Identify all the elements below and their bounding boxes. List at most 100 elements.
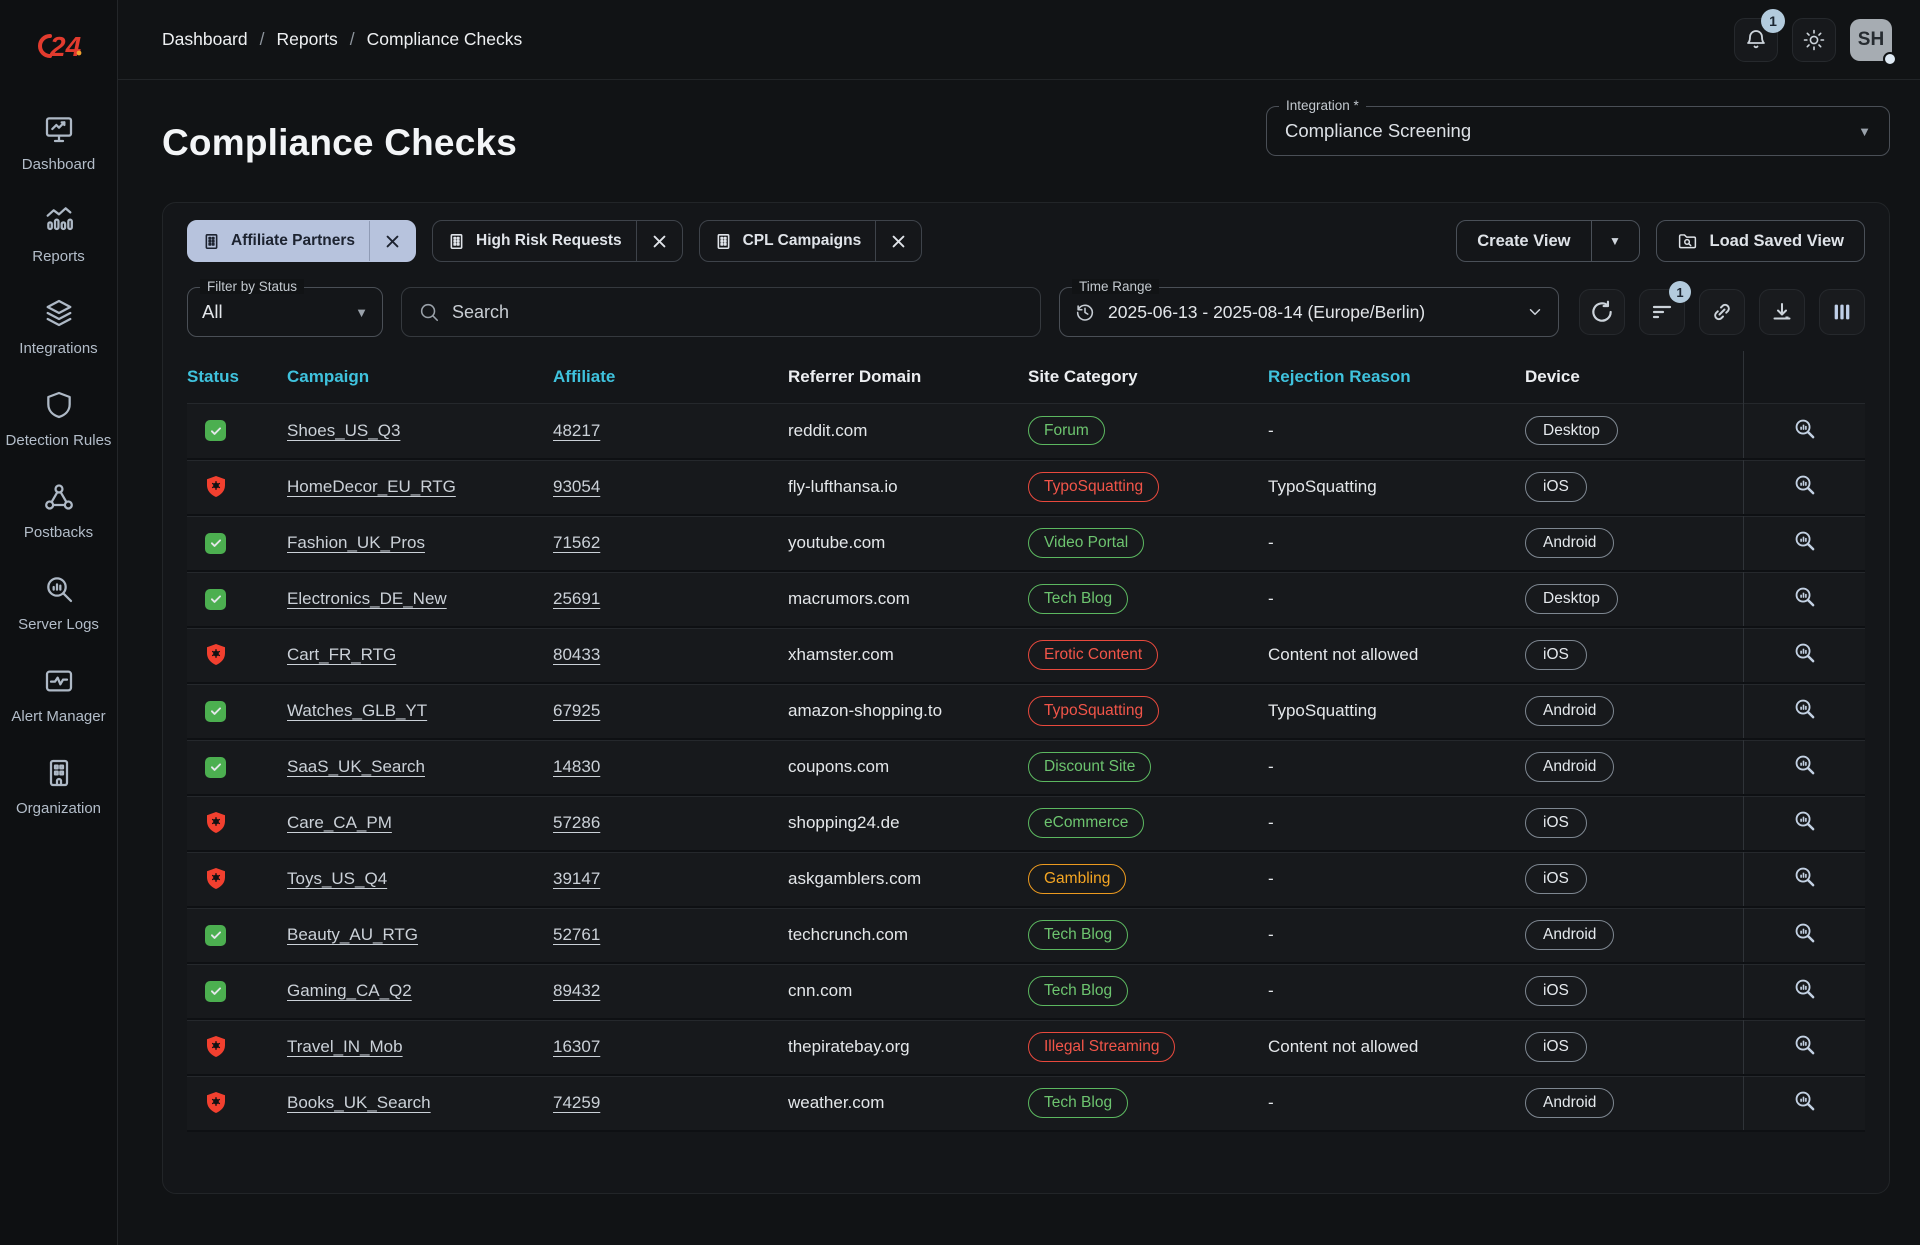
- sidebar-item-server-logs[interactable]: Server Logs: [0, 558, 117, 650]
- device-cell: Android: [1525, 739, 1743, 796]
- inspect-details-button[interactable]: [1793, 697, 1816, 720]
- affiliate-link[interactable]: 93054: [553, 477, 600, 496]
- sidebar-item-organization[interactable]: Organization: [0, 742, 117, 834]
- inspect-details-button[interactable]: [1793, 641, 1816, 664]
- affiliate-link[interactable]: 80433: [553, 645, 600, 664]
- column-header-rejection-reason[interactable]: Rejection Reason: [1268, 351, 1525, 403]
- load-saved-view-button[interactable]: Load Saved View: [1655, 220, 1865, 262]
- inspect-details-button[interactable]: [1793, 865, 1816, 888]
- referrer-domain-cell: shopping24.de: [788, 795, 1028, 852]
- device-pill: iOS: [1525, 864, 1587, 894]
- column-header-site-category[interactable]: Site Category: [1028, 351, 1268, 403]
- remove-chip-button[interactable]: [369, 221, 415, 261]
- affiliate-cell: 48217: [553, 403, 788, 460]
- affiliate-link[interactable]: 89432: [553, 981, 600, 1000]
- affiliate-link[interactable]: 16307: [553, 1037, 600, 1056]
- refresh-button[interactable]: [1579, 289, 1625, 335]
- remove-chip-button[interactable]: [635, 221, 682, 261]
- device-pill: Desktop: [1525, 584, 1618, 614]
- column-header-referrer-domain[interactable]: Referrer Domain: [788, 351, 1028, 403]
- dropdown-arrow-icon: ▼: [355, 304, 368, 320]
- inspect-details-button[interactable]: [1793, 585, 1816, 608]
- campaign-link[interactable]: Care_CA_PM: [287, 813, 392, 832]
- avatar[interactable]: SH: [1850, 18, 1897, 66]
- inspect-details-button[interactable]: [1793, 1089, 1816, 1112]
- campaign-link[interactable]: Cart_FR_RTG: [287, 645, 396, 664]
- search-input[interactable]: [452, 301, 1024, 323]
- copy-link-button[interactable]: [1699, 289, 1745, 335]
- referrer-domain-cell: cnn.com: [788, 963, 1028, 1020]
- affiliate-link[interactable]: 39147: [553, 869, 600, 888]
- campaign-link[interactable]: HomeDecor_EU_RTG: [287, 477, 456, 496]
- inspect-details-button[interactable]: [1793, 809, 1816, 832]
- columns-button[interactable]: [1819, 289, 1865, 335]
- column-header-status[interactable]: Status: [187, 351, 287, 403]
- inspect-details-button[interactable]: [1793, 1033, 1816, 1056]
- affiliate-link[interactable]: 67925: [553, 701, 600, 720]
- inspect-details-button[interactable]: [1793, 473, 1816, 496]
- column-header-affiliate[interactable]: Affiliate: [553, 351, 788, 403]
- brand-logo[interactable]: 24: [30, 22, 88, 70]
- status-cell: [187, 963, 287, 1020]
- campaign-link[interactable]: Toys_US_Q4: [287, 869, 387, 888]
- time-range-select[interactable]: Time Range 2025-06-13 - 2025-08-14 (Euro…: [1059, 279, 1559, 337]
- inspect-details-button[interactable]: [1793, 529, 1816, 552]
- sidebar-item-integrations[interactable]: Integrations: [0, 282, 117, 374]
- saved-view-chip[interactable]: Affiliate Partners: [187, 220, 417, 262]
- site-category-pill: Gambling: [1028, 864, 1127, 894]
- remove-chip-button[interactable]: [875, 221, 921, 261]
- campaign-link[interactable]: Beauty_AU_RTG: [287, 925, 418, 944]
- campaign-link[interactable]: Gaming_CA_Q2: [287, 981, 412, 1000]
- columns-icon: [1831, 301, 1853, 323]
- saved-view-chip[interactable]: High Risk Requests: [432, 220, 683, 262]
- affiliate-link[interactable]: 74259: [553, 1093, 600, 1112]
- device-pill: iOS: [1525, 976, 1587, 1006]
- campaign-link[interactable]: Electronics_DE_New: [287, 589, 447, 608]
- campaign-link[interactable]: SaaS_UK_Search: [287, 757, 425, 776]
- sidebar-item-postbacks[interactable]: Postbacks: [0, 466, 117, 558]
- campaign-cell: Shoes_US_Q3: [287, 403, 553, 460]
- column-header-device[interactable]: Device: [1525, 351, 1743, 403]
- campaign-link[interactable]: Shoes_US_Q3: [287, 421, 400, 440]
- campaign-link[interactable]: Travel_IN_Mob: [287, 1037, 403, 1056]
- affiliate-link[interactable]: 25691: [553, 589, 600, 608]
- inspect-details-button[interactable]: [1793, 921, 1816, 944]
- sidebar-item-detection-rules[interactable]: Detection Rules: [0, 374, 117, 466]
- affiliate-link[interactable]: 48217: [553, 421, 600, 440]
- sidebar-item-reports[interactable]: Reports: [0, 190, 117, 282]
- status-filter-select[interactable]: Filter by Status All ▼: [187, 279, 383, 337]
- affiliate-link[interactable]: 57286: [553, 813, 600, 832]
- device-pill: iOS: [1525, 640, 1587, 670]
- column-header-actions[interactable]: [1742, 351, 1865, 403]
- sidebar-item-alert-manager[interactable]: Alert Manager: [0, 650, 117, 742]
- download-button[interactable]: [1759, 289, 1805, 335]
- table-row: Cart_FR_RTG 80433 xhamster.com Erotic Co…: [187, 627, 1865, 684]
- breadcrumb-item[interactable]: Dashboard: [162, 29, 248, 50]
- campaign-cell: Travel_IN_Mob: [287, 1019, 553, 1076]
- create-view-caret[interactable]: ▼: [1590, 221, 1639, 261]
- column-header-campaign[interactable]: Campaign: [287, 351, 553, 403]
- inspect-details-button[interactable]: [1793, 753, 1816, 776]
- campaign-link[interactable]: Books_UK_Search: [287, 1093, 431, 1112]
- affiliate-link[interactable]: 71562: [553, 533, 600, 552]
- sidebar-item-dashboard[interactable]: Dashboard: [0, 98, 117, 190]
- notifications-button[interactable]: 1: [1734, 8, 1785, 62]
- integration-select[interactable]: Integration * Compliance Screening ▼: [1266, 98, 1890, 156]
- create-view-button[interactable]: Create View ▼: [1456, 220, 1640, 262]
- advanced-filters-button[interactable]: 1: [1639, 281, 1691, 335]
- campaign-link[interactable]: Watches_GLB_YT: [287, 701, 427, 720]
- campaign-link[interactable]: Fashion_UK_Pros: [287, 533, 425, 552]
- inspect-details-button[interactable]: [1793, 977, 1816, 1000]
- breadcrumb-item[interactable]: Reports: [277, 29, 338, 50]
- affiliate-cell: 57286: [553, 795, 788, 852]
- theme-toggle-button[interactable]: [1792, 17, 1836, 62]
- breadcrumb-item[interactable]: Compliance Checks: [367, 29, 523, 50]
- affiliate-link[interactable]: 14830: [553, 757, 600, 776]
- status-cell: [187, 739, 287, 796]
- affiliate-link[interactable]: 52761: [553, 925, 600, 944]
- saved-view-chip-label: Affiliate Partners: [231, 232, 356, 249]
- table-row: Electronics_DE_New 25691 macrumors.com T…: [187, 571, 1865, 628]
- saved-view-chip[interactable]: CPL Campaigns: [698, 220, 923, 262]
- inspect-details-button[interactable]: [1793, 417, 1816, 440]
- page-title: Compliance Checks: [162, 122, 518, 163]
